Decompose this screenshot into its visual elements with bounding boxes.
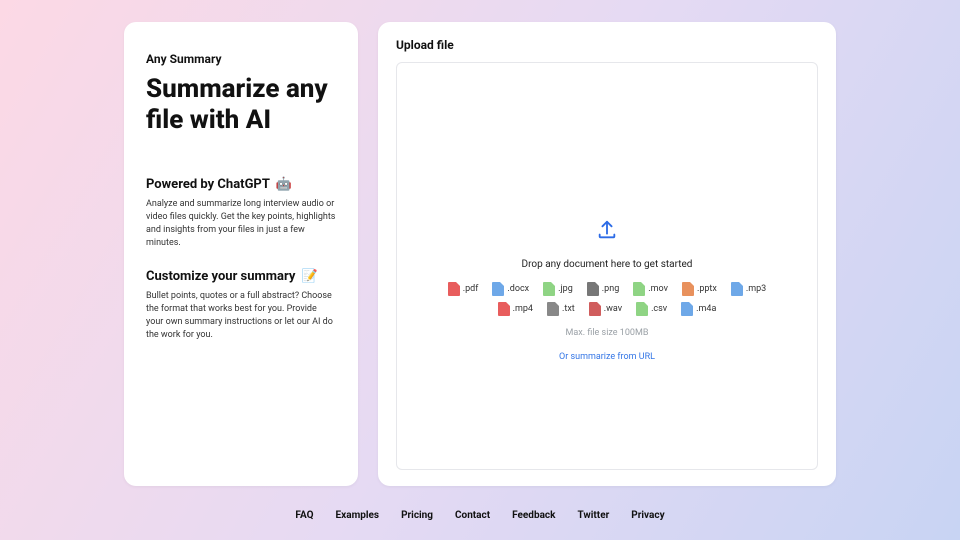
- max-file-size: Max. file size 100MB: [566, 328, 649, 338]
- footer-link-faq[interactable]: FAQ: [295, 510, 313, 521]
- footer-link-contact[interactable]: Contact: [455, 510, 490, 521]
- file-icon-mp4: [498, 302, 510, 316]
- format-jpg: .jpg: [543, 282, 573, 296]
- format-ext: .mov: [648, 284, 668, 294]
- file-icon-docx: [492, 282, 504, 296]
- section-body-2: Bullet points, quotes or a full abstract…: [146, 290, 336, 342]
- info-card: Any Summary Summarize any file with AI P…: [124, 22, 358, 486]
- format-pptx: .pptx: [682, 282, 717, 296]
- format-ext: .wav: [604, 304, 622, 314]
- format-ext: .mp4: [513, 304, 533, 314]
- upload-card: Upload file Drop any document here to ge…: [378, 22, 836, 486]
- footer-link-examples[interactable]: Examples: [336, 510, 380, 521]
- section-heading-2-text: Customize your summary: [146, 269, 295, 284]
- memo-icon: 📝: [302, 269, 318, 284]
- drop-zone[interactable]: Drop any document here to get started .p…: [396, 62, 818, 470]
- section-heading-1: Powered by ChatGPT 🤖: [146, 177, 336, 192]
- footer-link-privacy[interactable]: Privacy: [631, 510, 664, 521]
- format-ext: .m4a: [696, 304, 716, 314]
- file-icon-m4a: [681, 302, 693, 316]
- format-wav: .wav: [589, 302, 622, 316]
- format-ext: .docx: [507, 284, 529, 294]
- file-icon-pdf: [448, 282, 460, 296]
- format-ext: .pptx: [697, 284, 717, 294]
- file-icon-mov: [633, 282, 645, 296]
- format-m4a: .m4a: [681, 302, 716, 316]
- format-txt: .txt: [547, 302, 575, 316]
- footer-link-twitter[interactable]: Twitter: [577, 510, 609, 521]
- format-csv: .csv: [636, 302, 667, 316]
- file-icon-csv: [636, 302, 648, 316]
- format-png: .png: [587, 282, 619, 296]
- format-mov: .mov: [633, 282, 668, 296]
- footer-nav: FAQ Examples Pricing Contact Feedback Twitter…: [295, 510, 664, 521]
- robot-icon: 🤖: [276, 177, 292, 192]
- file-icon-txt: [547, 302, 559, 316]
- format-ext: .png: [602, 284, 619, 294]
- drop-text: Drop any document here to get started: [522, 259, 693, 270]
- section-heading-1-text: Powered by ChatGPT: [146, 177, 270, 192]
- upload-icon: [596, 219, 618, 241]
- format-ext: .csv: [651, 304, 667, 314]
- format-ext: .pdf: [463, 284, 479, 294]
- file-icon-pptx: [682, 282, 694, 296]
- format-ext: .jpg: [558, 284, 573, 294]
- file-icon-png: [587, 282, 599, 296]
- format-ext: .txt: [562, 304, 575, 314]
- format-mp3: .mp3: [731, 282, 766, 296]
- format-docx: .docx: [492, 282, 529, 296]
- section-body-1: Analyze and summarize long interview aud…: [146, 198, 336, 250]
- file-icon-mp3: [731, 282, 743, 296]
- file-icon-wav: [589, 302, 601, 316]
- brand-name: Any Summary: [146, 52, 336, 66]
- hero-title: Summarize any file with AI: [146, 74, 336, 135]
- format-ext: .mp3: [746, 284, 766, 294]
- footer-link-feedback[interactable]: Feedback: [512, 510, 555, 521]
- supported-formats: .pdf .docx .jpg .png .mov .pptx .mp3 .mp4 .txt .w…: [442, 282, 772, 322]
- format-pdf: .pdf: [448, 282, 479, 296]
- file-icon-jpg: [543, 282, 555, 296]
- format-mp4: .mp4: [498, 302, 533, 316]
- footer-link-pricing[interactable]: Pricing: [401, 510, 433, 521]
- summarize-from-url-link[interactable]: Or summarize from URL: [559, 352, 655, 362]
- upload-label: Upload file: [396, 38, 818, 52]
- section-heading-2: Customize your summary 📝: [146, 269, 336, 284]
